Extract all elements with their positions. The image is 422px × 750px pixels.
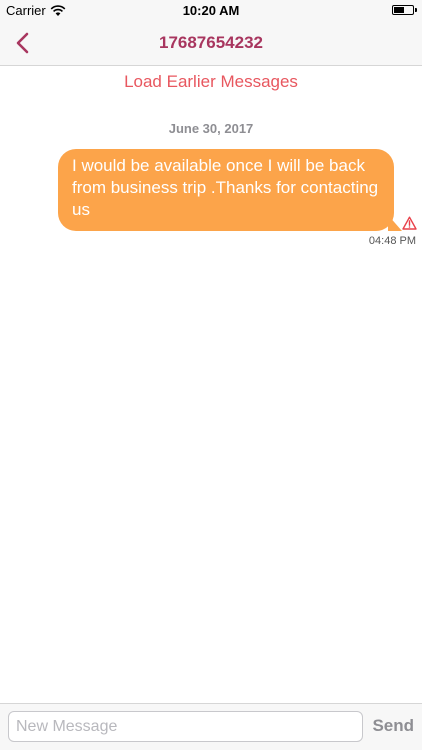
new-message-input[interactable]	[8, 711, 363, 742]
battery-icon	[392, 5, 417, 15]
battery-tip	[415, 8, 417, 12]
load-earlier-messages-button[interactable]: Load Earlier Messages	[0, 72, 422, 92]
input-toolbar: Send	[0, 703, 422, 750]
back-button[interactable]	[8, 28, 36, 58]
message-bubble[interactable]: I would be available once I will be back…	[58, 149, 402, 231]
warning-icon[interactable]	[402, 216, 417, 230]
message-timestamp: 04:48 PM	[368, 235, 416, 247]
bubble-tail	[388, 215, 402, 231]
battery-fill	[394, 7, 404, 13]
send-button[interactable]: Send	[372, 716, 414, 736]
status-time: 10:20 AM	[182, 3, 240, 18]
chat-screen: Carrier 10:20 AM 17687654232 Load Earlie…	[0, 0, 422, 750]
nav-bar: 17687654232	[0, 22, 422, 66]
message-text: I would be available once I will be back…	[72, 156, 379, 219]
chevron-left-icon	[15, 32, 29, 54]
date-separator: June 30, 2017	[168, 121, 254, 136]
status-bar: Carrier 10:20 AM	[0, 0, 422, 22]
conversation-title: 17687654232	[158, 33, 263, 52]
